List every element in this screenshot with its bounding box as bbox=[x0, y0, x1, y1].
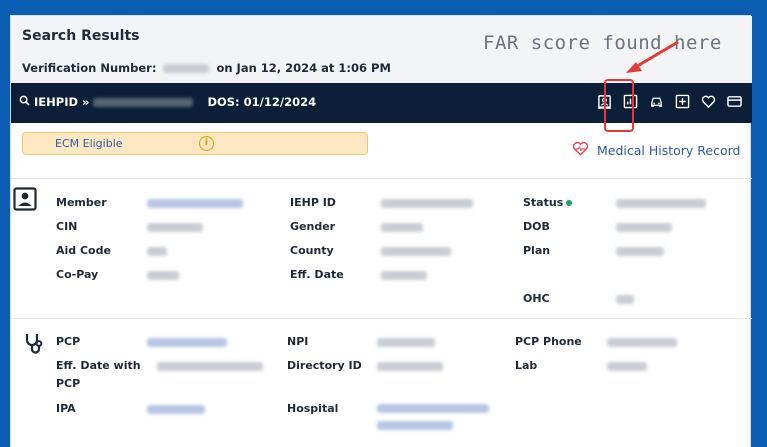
gender-value-redacted bbox=[381, 223, 423, 232]
medical-history-label: Medical History Record bbox=[597, 142, 741, 158]
heart-icon[interactable] bbox=[700, 93, 716, 109]
verification-label: Verification Number: bbox=[22, 61, 157, 75]
cin-value-redacted bbox=[147, 223, 203, 232]
heart-pulse-icon bbox=[572, 141, 589, 159]
ecm-eligible-badge: ECM Eligible i bbox=[22, 132, 368, 155]
npi-value-redacted bbox=[377, 338, 435, 347]
dob-value-redacted bbox=[616, 223, 672, 232]
verification-number-redacted bbox=[163, 64, 210, 73]
pcp-phone-value-redacted bbox=[607, 338, 677, 347]
directory-id-label: Directory ID bbox=[287, 359, 362, 372]
plan-label: Plan bbox=[523, 244, 551, 257]
plus-square-icon[interactable] bbox=[674, 93, 690, 109]
hospital-value-redacted[interactable] bbox=[377, 404, 489, 413]
verification-timestamp: on Jan 12, 2024 at 1:06 PM bbox=[216, 61, 391, 75]
county-value-redacted bbox=[381, 247, 451, 256]
hospital-label: Hospital bbox=[287, 402, 339, 415]
pcp-label: PCP bbox=[56, 335, 81, 348]
iehpid-label: IEHPID » bbox=[34, 95, 90, 109]
county-label: County bbox=[290, 244, 334, 257]
status-text: Status bbox=[523, 196, 564, 209]
plan-value-redacted bbox=[616, 247, 664, 256]
eff-date-label: Eff. Date bbox=[290, 268, 344, 281]
medical-history-link[interactable]: Medical History Record bbox=[572, 141, 741, 159]
info-icon[interactable]: i bbox=[199, 136, 214, 151]
credit-card-icon[interactable] bbox=[726, 93, 742, 109]
ipa-label: IPA bbox=[56, 402, 76, 415]
search-icon[interactable] bbox=[19, 95, 30, 109]
hospital-value-line2-redacted[interactable] bbox=[377, 421, 453, 430]
status-label: Status bbox=[523, 196, 573, 209]
member-card-icon bbox=[13, 187, 37, 215]
far-score-highlight-box bbox=[604, 79, 634, 132]
stethoscope-icon bbox=[23, 332, 47, 360]
car-icon[interactable] bbox=[648, 93, 664, 109]
lab-label: Lab bbox=[515, 359, 538, 372]
section-divider bbox=[11, 318, 752, 319]
annotation-arrow-icon bbox=[626, 40, 679, 73]
cin-label: CIN bbox=[56, 220, 78, 233]
aid-code-label: Aid Code bbox=[56, 244, 111, 257]
dob-label: DOB bbox=[523, 220, 550, 233]
directory-id-value-redacted bbox=[377, 362, 443, 371]
eff-date-value-redacted bbox=[381, 271, 427, 280]
co-pay-value-redacted bbox=[147, 271, 179, 280]
ipa-value-redacted[interactable] bbox=[147, 405, 205, 414]
member-navbar: IEHPID » DOS: 01/12/2024 bbox=[11, 83, 752, 123]
verification-line: Verification Number: on Jan 12, 2024 at … bbox=[22, 61, 391, 75]
ohc-label: OHC bbox=[523, 292, 550, 305]
ohc-value-redacted bbox=[616, 295, 634, 304]
dos-label: DOS: 01/12/2024 bbox=[207, 95, 317, 109]
pcp-phone-label: PCP Phone bbox=[515, 335, 582, 348]
eff-date-with-label: Eff. Date with bbox=[56, 359, 141, 372]
gender-label: Gender bbox=[290, 220, 336, 233]
status-value-redacted bbox=[616, 199, 706, 208]
lab-value-redacted bbox=[607, 362, 647, 371]
eff-date-with-pcp-value-redacted bbox=[157, 362, 263, 371]
page-title: Search Results bbox=[22, 28, 140, 44]
aid-code-value-redacted bbox=[147, 247, 167, 256]
member-label: Member bbox=[56, 196, 107, 209]
nav-member-info: IEHPID » DOS: 01/12/2024 bbox=[19, 95, 316, 109]
search-results-panel: Search Results Verification Number: on J… bbox=[10, 15, 752, 447]
eff-date-with-pcp-label: PCP bbox=[56, 377, 81, 390]
pcp-name-redacted[interactable] bbox=[147, 338, 227, 347]
iehp-id-label: IEHP ID bbox=[290, 196, 336, 209]
section-divider bbox=[11, 178, 752, 179]
iehp-id-value-redacted bbox=[381, 199, 473, 208]
co-pay-label: Co-Pay bbox=[56, 268, 99, 281]
ecm-eligible-label: ECM Eligible bbox=[55, 137, 123, 150]
iehpid-value-redacted bbox=[93, 97, 194, 107]
annotation-text: FAR score found here bbox=[483, 32, 722, 54]
member-name-redacted[interactable] bbox=[147, 199, 243, 208]
npi-label: NPI bbox=[287, 335, 309, 348]
status-dot bbox=[566, 200, 573, 206]
